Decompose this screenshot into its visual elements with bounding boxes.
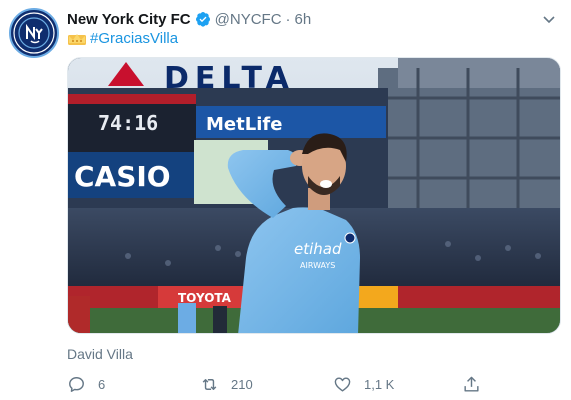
tweet-time[interactable]: 6h bbox=[295, 11, 312, 28]
tweet-media-image[interactable]: DELTA 74:16 MetLife CASIO TOYOTA etihad … bbox=[67, 57, 561, 334]
share-button[interactable] bbox=[462, 375, 493, 394]
casio-sign: CASIO bbox=[74, 160, 171, 193]
like-count: 1,1 K bbox=[364, 377, 395, 392]
share-icon bbox=[464, 376, 479, 392]
reply-count: 6 bbox=[98, 377, 106, 392]
media-caption: David Villa bbox=[67, 346, 133, 362]
retweet-button[interactable]: 210 bbox=[200, 375, 253, 394]
chevron-down-icon[interactable] bbox=[541, 11, 557, 27]
metlife-sign: MetLife bbox=[206, 114, 282, 135]
toyota-sign: TOYOTA bbox=[178, 291, 232, 305]
retweet-icon bbox=[202, 379, 217, 390]
retweet-count: 210 bbox=[231, 377, 253, 392]
scoreboard-time: 74:16 bbox=[98, 111, 158, 135]
crown-icon bbox=[67, 32, 87, 46]
jersey-sponsor: etihad bbox=[294, 240, 342, 258]
tweet-text: #GraciasVilla bbox=[67, 30, 178, 47]
like-button[interactable]: 1,1 K bbox=[333, 375, 394, 394]
nycfc-crest-icon bbox=[13, 12, 55, 54]
author-name[interactable]: New York City FC bbox=[67, 11, 191, 28]
verified-badge-icon bbox=[195, 11, 211, 27]
heart-icon bbox=[334, 377, 351, 392]
hashtag-link[interactable]: #GraciasVilla bbox=[90, 30, 178, 47]
delta-sign: DELTA bbox=[164, 61, 295, 96]
tweet-actions: 6 210 1,1 K bbox=[67, 375, 487, 397]
reply-button[interactable]: 6 bbox=[67, 375, 105, 394]
reply-icon bbox=[69, 377, 84, 392]
avatar[interactable] bbox=[9, 8, 59, 58]
author-handle[interactable]: @NYCFC bbox=[215, 11, 282, 28]
tweet-card[interactable]: New York City FC @NYCFC · 6h #GraciasVil… bbox=[0, 0, 571, 400]
jersey-sponsor-sub: AIRWAYS bbox=[300, 261, 335, 270]
separator-dot: · bbox=[285, 10, 291, 28]
tweet-header: New York City FC @NYCFC · 6h bbox=[67, 9, 557, 29]
